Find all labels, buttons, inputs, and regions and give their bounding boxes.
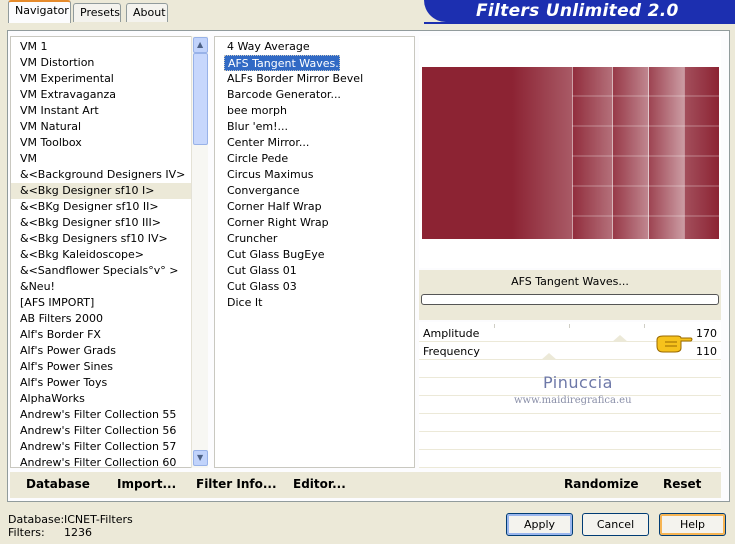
slider-thumb[interactable] — [612, 335, 628, 342]
category-item[interactable]: VM Distortion — [11, 55, 207, 71]
tab-presets[interactable]: Presets — [73, 3, 121, 22]
category-item[interactable]: Alf's Power Sines — [11, 359, 207, 375]
category-item[interactable]: &Neu! — [11, 279, 207, 295]
category-item[interactable]: Alf's Power Toys — [11, 375, 207, 391]
category-item[interactable]: VM Experimental — [11, 71, 207, 87]
editor-button[interactable]: Editor... — [293, 477, 346, 491]
category-item[interactable]: AlphaWorks — [11, 391, 207, 407]
tab-about[interactable]: About — [126, 3, 168, 22]
category-item[interactable]: VM Extravaganza — [11, 87, 207, 103]
slider-empty — [419, 414, 721, 432]
progress-bar — [421, 294, 719, 305]
filter-preview-image — [422, 67, 719, 239]
filter-item[interactable]: ALFs Border Mirror Bevel — [224, 71, 414, 87]
randomize-button[interactable]: Randomize — [564, 477, 638, 491]
category-item[interactable]: &<Bkg Kaleidoscope> — [11, 247, 207, 263]
reset-button[interactable]: Reset — [663, 477, 701, 491]
category-item[interactable]: Andrew's Filter Collection 60 — [11, 455, 207, 467]
pointing-hand-icon — [656, 335, 693, 353]
category-scrollbar[interactable]: ▲ ▼ — [191, 36, 208, 468]
import-button[interactable]: Import... — [117, 477, 176, 491]
filter-item[interactable]: Barcode Generator... — [224, 87, 414, 103]
filter-item[interactable]: Convergance — [224, 183, 414, 199]
category-item[interactable]: VM — [11, 151, 207, 167]
filter-item[interactable]: Circus Maximus — [224, 167, 414, 183]
database-value: ICNET-Filters — [64, 513, 133, 526]
category-item[interactable]: &<Sandflower Specials°v° > — [11, 263, 207, 279]
filter-item[interactable]: Center Mirror... — [224, 135, 414, 151]
category-item[interactable]: VM Instant Art — [11, 103, 207, 119]
filter-item[interactable]: Cut Glass BugEye — [224, 247, 414, 263]
filters-count: 1236 — [64, 526, 92, 539]
filter-item[interactable]: AFS Tangent Waves... — [224, 55, 346, 71]
apply-button[interactable]: Apply — [506, 513, 573, 536]
filter-item[interactable]: Blur 'em!... — [224, 119, 414, 135]
filter-list[interactable]: 4 Way Average AFS Tangent Waves... ALFs Bo… — [214, 36, 415, 468]
watermark-name: Pinuccia — [543, 373, 613, 392]
category-item[interactable]: &<Bkg Designer sf10 III> — [11, 215, 207, 231]
slider-empty — [419, 450, 721, 468]
filter-item[interactable]: Dice It — [224, 295, 414, 311]
category-item[interactable]: VM Natural — [11, 119, 207, 135]
filter-item[interactable]: 4 Way Average — [224, 39, 414, 55]
category-item[interactable]: VM Toolbox — [11, 135, 207, 151]
category-item[interactable]: &<BKg Designer sf10 II> — [11, 199, 207, 215]
slider-empty — [419, 432, 721, 450]
category-item[interactable]: &<Background Designers IV> — [11, 167, 207, 183]
category-item[interactable]: AB Filters 2000 — [11, 311, 207, 327]
filter-item[interactable]: Cruncher — [224, 231, 414, 247]
help-button[interactable]: Help — [659, 513, 726, 536]
filter-item[interactable]: Corner Right Wrap — [224, 215, 414, 231]
param-label: Amplitude — [423, 327, 480, 340]
category-item[interactable]: &<Bkg Designer sf10 I> — [11, 183, 207, 199]
chevron-up-icon: ▲ — [197, 40, 204, 49]
filter-item[interactable]: Cut Glass 01 — [224, 263, 414, 279]
scroll-down-button[interactable]: ▼ — [193, 450, 208, 466]
tab-navigator[interactable]: Navigator — [8, 0, 71, 23]
app-title: Filters Unlimited 2.0 — [476, 1, 679, 21]
param-label: Frequency — [423, 345, 480, 358]
param-value: 110 — [696, 345, 717, 358]
category-item[interactable]: Alf's Border FX — [11, 327, 207, 343]
filter-item[interactable]: Circle Pede — [224, 151, 414, 167]
filter-item[interactable]: Corner Half Wrap — [224, 199, 414, 215]
category-item[interactable]: VM 1 — [11, 39, 207, 55]
chevron-down-icon: ▼ — [197, 453, 204, 462]
category-list[interactable]: VM 1 VM Distortion VM Experimental VM Extra… — [10, 36, 208, 468]
category-item[interactable]: [AFS IMPORT] — [11, 295, 207, 311]
watermark-url: www.maidiregrafica.eu — [514, 395, 632, 406]
category-item[interactable]: Andrew's Filter Collection 57 — [11, 439, 207, 455]
scroll-up-button[interactable]: ▲ — [193, 37, 208, 53]
bottom-toolbar: Database Import... Filter Info... Editor… — [10, 472, 721, 498]
param-value: 170 — [696, 327, 717, 340]
filters-label: Filters: — [8, 526, 45, 539]
category-item[interactable]: Alf's Power Grads — [11, 343, 207, 359]
filter-item[interactable]: Cut Glass 03 — [224, 279, 414, 295]
category-item[interactable]: &<Bkg Designers sf10 IV> — [11, 231, 207, 247]
database-label: Database: — [8, 513, 65, 526]
filter-info-button[interactable]: Filter Info... — [196, 477, 277, 491]
slider-thumb[interactable] — [541, 353, 557, 360]
category-item[interactable]: Andrew's Filter Collection 55 — [11, 407, 207, 423]
current-filter-name: AFS Tangent Waves... — [511, 275, 629, 288]
banner-underline — [424, 22, 735, 24]
category-item[interactable]: Andrew's Filter Collection 56 — [11, 423, 207, 439]
filter-item[interactable]: bee morph — [224, 103, 414, 119]
cancel-button[interactable]: Cancel — [582, 513, 649, 536]
database-button[interactable]: Database — [26, 477, 90, 491]
scroll-thumb[interactable] — [193, 53, 208, 145]
